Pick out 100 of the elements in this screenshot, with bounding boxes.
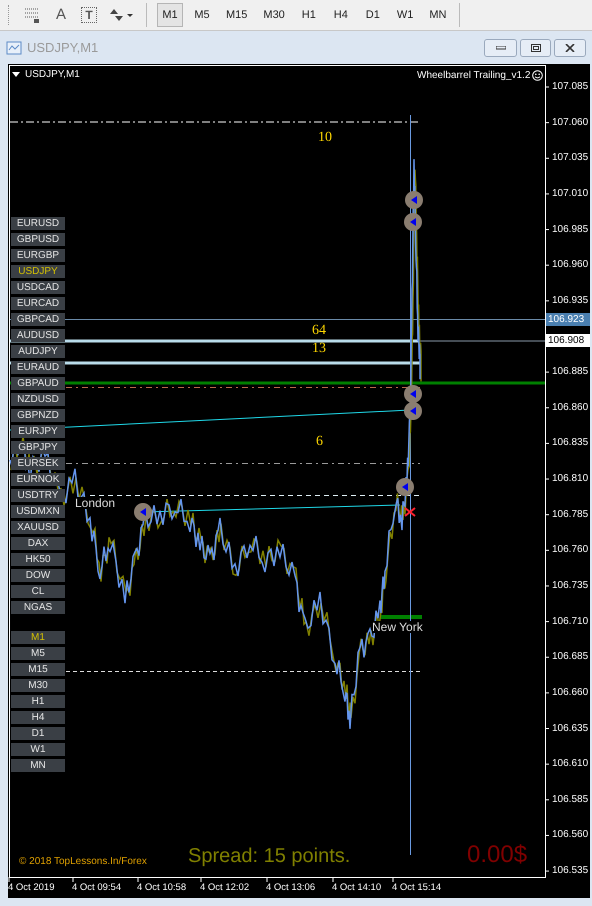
level-label: 10 (318, 131, 332, 145)
symbol-button[interactable]: NZDUSD (11, 393, 65, 406)
symbol-button[interactable]: H4 (11, 711, 65, 724)
symbol-button[interactable]: GBPCAD (11, 313, 65, 326)
timeframe-button[interactable]: M1 (157, 3, 183, 27)
symbol-button[interactable]: XAUUSD (11, 521, 65, 534)
timeframe-button[interactable]: D1 (360, 3, 386, 27)
text-tool[interactable]: A (50, 4, 72, 26)
price-axis-label: 106.960 (552, 260, 588, 270)
price-axis-label: 106.685 (552, 652, 588, 662)
close-icon (565, 44, 575, 52)
trade-marker-icon (405, 191, 423, 209)
price-axis-label: 106.810 (552, 474, 588, 484)
symbol-button[interactable]: M5 (11, 647, 65, 660)
timeframe-button[interactable]: H4 (328, 3, 354, 27)
price-tag: 106.923 (546, 313, 590, 326)
trade-marker-icon (404, 213, 422, 231)
symbol-button[interactable]: GBPAUD (11, 377, 65, 390)
trade-marker-icon (134, 503, 152, 521)
symbol-button[interactable]: M30 (11, 679, 65, 692)
symbol-button[interactable]: EURGBP (11, 249, 65, 262)
time-axis-label: 4 Oct 14:10 (332, 883, 382, 892)
timeframe-button[interactable]: M15 (221, 3, 252, 27)
level-line (380, 615, 422, 619)
trade-marker-icon (396, 478, 414, 496)
price-axis-label: 106.860 (552, 402, 588, 413)
dropdown-icon[interactable] (12, 72, 20, 78)
symbol-button[interactable]: HK50 (11, 553, 65, 566)
symbol-button[interactable]: USDCAD (11, 281, 65, 294)
minimize-button[interactable] (484, 38, 517, 56)
timeframe-button[interactable]: M5 (189, 3, 215, 27)
time-axis-label: 4 Oct 10:58 (137, 883, 186, 892)
symbol-button[interactable]: DOW (11, 569, 65, 582)
symbol-button[interactable]: MN (11, 759, 65, 772)
symbol-button[interactable]: GBPJPY (11, 441, 65, 454)
symbol-button[interactable]: EURAUD (11, 361, 65, 374)
price-axis-label: 106.535 (552, 866, 588, 876)
symbol-button[interactable]: DAX (11, 537, 65, 550)
trade-marker-icon (404, 385, 422, 403)
timeframe-button[interactable]: M30 (258, 3, 290, 27)
symbol-button[interactable]: EURJPY (11, 425, 65, 438)
symbol-button[interactable]: GBPNZD (11, 409, 65, 422)
minimize-icon (496, 46, 506, 50)
symbol-button[interactable]: M1 (11, 631, 65, 644)
level-label: 6 (316, 435, 323, 449)
symbol-button[interactable]: EURNOK (11, 473, 65, 486)
symbol-button[interactable]: EURSEK (11, 457, 65, 470)
price-axis-label: 106.835 (552, 438, 588, 448)
symbol-button[interactable]: W1 (11, 743, 65, 756)
price-axis-label: 106.785 (552, 510, 588, 520)
chart-window-icon (6, 40, 22, 54)
level-label: 13 (312, 342, 326, 356)
symbol-button[interactable]: AUDJPY (11, 345, 65, 358)
close-marker-icon (404, 507, 416, 517)
price-axis-label: 106.710 (552, 616, 588, 627)
price-axis-label: 106.635 (552, 724, 588, 734)
price-tag: 106.908 (546, 334, 590, 347)
price-axis-label: 107.035 (552, 153, 588, 164)
chart-symbol-label: USDJPY,M1 (25, 68, 80, 82)
text-label-tool[interactable]: T (81, 7, 97, 23)
timeframe-button[interactable]: W1 (392, 3, 418, 27)
symbol-button[interactable]: CL (11, 585, 65, 598)
trade-marker-icon (404, 402, 422, 420)
price-axis-label: 106.735 (552, 580, 588, 591)
price-axis-label: 106.885 (552, 367, 588, 378)
symbol-button[interactable]: H1 (11, 695, 65, 708)
price-axis-label: 106.585 (552, 794, 588, 805)
timeframe-button[interactable]: H1 (296, 3, 322, 27)
time-axis-label: 4 Oct 2019 (8, 883, 54, 892)
price-axis-label: 106.985 (552, 224, 588, 235)
price-axis-label: 107.010 (552, 188, 588, 199)
price-axis-label: 106.660 (552, 688, 588, 698)
symbol-button[interactable]: NGAS (11, 601, 65, 614)
symbol-button[interactable]: USDJPY (11, 265, 65, 278)
symbol-button[interactable]: AUDUSD (11, 329, 65, 342)
price-axis-label: 106.760 (552, 545, 588, 556)
time-axis-label: 4 Oct 15:14 (392, 883, 442, 892)
price-axis-label: 106.560 (552, 830, 588, 840)
session-label: London (75, 497, 116, 509)
symbol-button[interactable]: USDMXN (11, 505, 65, 518)
maximize-button[interactable] (520, 38, 551, 56)
copyright-text: © 2018 TopLessons.In/Forex (19, 857, 147, 867)
time-axis-label: 4 Oct 12:02 (200, 883, 250, 892)
symbol-button[interactable]: GBPUSD (11, 233, 65, 246)
price-axis-label: 107.060 (552, 118, 588, 128)
symbol-button[interactable]: EURUSD (11, 217, 65, 230)
restore-icon (530, 44, 540, 52)
symbol-button[interactable]: D1 (11, 727, 65, 740)
indicator-name: Wheelbarrel Trailing_v1.2 (417, 69, 530, 83)
time-axis-label: 4 Oct 13:06 (266, 883, 316, 892)
smiley-icon (532, 70, 544, 81)
symbol-button[interactable]: EURCAD (11, 297, 65, 310)
price-axis-label: 107.085 (552, 82, 588, 92)
timeframe-button[interactable]: MN (424, 3, 452, 27)
price-axis-label: 106.935 (552, 296, 588, 306)
symbol-button[interactable]: M15 (11, 663, 65, 676)
session-label: New York (372, 621, 423, 633)
close-button[interactable] (554, 38, 586, 56)
symbol-button[interactable]: USDTRY (11, 489, 65, 502)
window-title: USDJPY,M1 (27, 38, 98, 57)
